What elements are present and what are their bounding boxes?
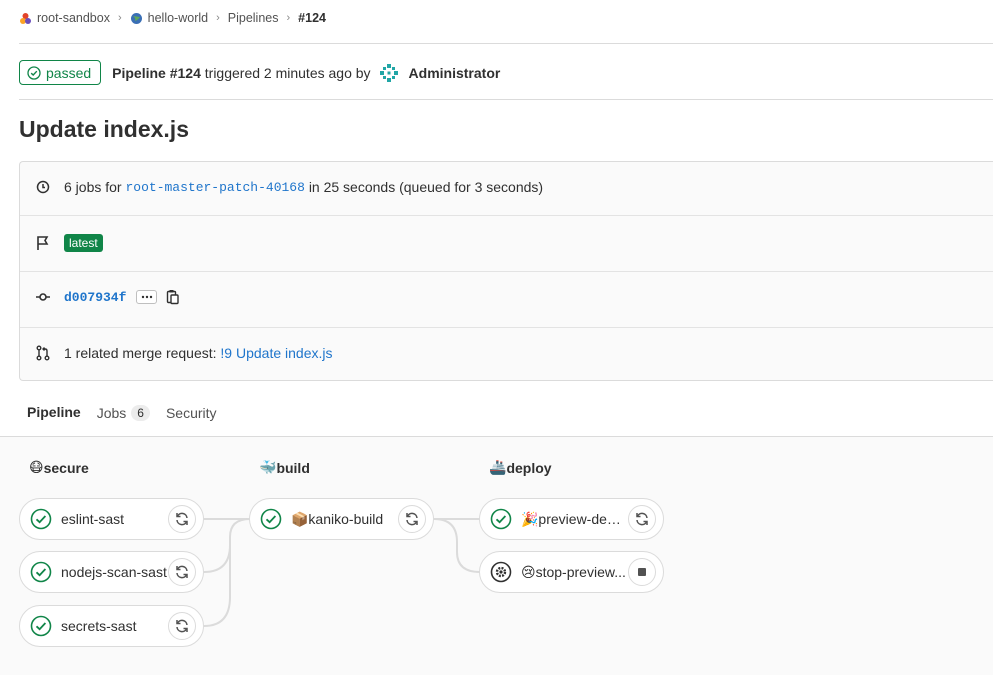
- status-success-icon: [30, 561, 52, 583]
- copy-sha-button[interactable]: [165, 289, 181, 305]
- stage-name: build: [276, 459, 310, 476]
- merge-request-row: 1 related merge request: !9 Update index…: [20, 345, 993, 361]
- jobs-prefix: 6 jobs for: [64, 179, 122, 195]
- page-title: Update index.js: [19, 116, 189, 142]
- expand-commit-button[interactable]: [136, 290, 158, 304]
- jobs-summary-row: 6 jobs for root-master-patch-40168 in 25…: [20, 179, 993, 195]
- group-avatar-icon: [20, 12, 31, 24]
- commit-icon: [35, 289, 51, 305]
- retry-button[interactable]: [168, 612, 196, 640]
- breadcrumb-current[interactable]: #124: [298, 11, 326, 25]
- clock-icon: [35, 179, 51, 195]
- breadcrumb-label: root-sandbox: [37, 11, 110, 25]
- tab-label: Jobs: [96, 405, 127, 421]
- badges-row: latest: [20, 234, 993, 252]
- job-name: eslint-sast: [61, 511, 125, 527]
- chevron-right-icon: ›: [286, 12, 291, 24]
- pipeline-id: Pipeline #124: [112, 64, 201, 81]
- retry-icon: [176, 565, 188, 579]
- pipeline-summary: Pipeline #124 triggered 2 minutes ago by…: [112, 63, 500, 83]
- breadcrumb-root-sandbox[interactable]: root-sandbox: [19, 11, 110, 25]
- tab-label: Pipeline: [27, 404, 81, 420]
- stop-icon: [638, 568, 646, 576]
- job-secrets-sast[interactable]: secrets-sast: [19, 605, 204, 647]
- job-eslint-sast[interactable]: eslint-sast: [19, 498, 204, 540]
- tab-label: Security: [165, 405, 217, 421]
- stage-name: secure: [43, 459, 89, 476]
- stage-title-build: 🐳 build: [259, 459, 310, 476]
- job-name: nodejs-scan-sast: [61, 564, 167, 580]
- retry-button[interactable]: [168, 558, 196, 586]
- stage-title-deploy: 🚢 deploy: [489, 459, 552, 476]
- user-name[interactable]: Administrator: [409, 65, 501, 81]
- latest-badge: latest: [64, 234, 103, 252]
- user-avatar-icon[interactable]: [379, 63, 399, 83]
- merge-request-icon: [35, 345, 51, 361]
- retry-button[interactable]: [398, 505, 426, 533]
- divider: [20, 271, 993, 272]
- tab-security[interactable]: Security: [158, 398, 225, 438]
- retry-button[interactable]: [628, 505, 656, 533]
- stage-name: deploy: [506, 459, 552, 476]
- divider: [20, 327, 993, 328]
- job-nodejs-scan-sast[interactable]: nodejs-scan-sast: [19, 551, 204, 593]
- jobs-count-badge: 6: [131, 405, 150, 421]
- clipboard-icon: [167, 290, 180, 305]
- triggered-text: triggered 2 minutes ago by: [204, 64, 371, 81]
- flag-icon: [35, 235, 51, 251]
- stage-emoji: 😷: [29, 459, 44, 475]
- ellipsis-icon: [141, 295, 153, 299]
- status-success-icon: [30, 508, 52, 530]
- commit-row: d007934f: [20, 289, 993, 305]
- status-success-icon: [260, 508, 282, 530]
- breadcrumb-label: hello-world: [147, 11, 209, 25]
- status-success-icon: [30, 615, 52, 637]
- divider: [19, 43, 993, 44]
- chevron-right-icon: ›: [216, 12, 220, 24]
- retry-icon: [176, 619, 188, 633]
- divider: [20, 215, 993, 216]
- job-kaniko-build[interactable]: 📦kaniko-build: [249, 498, 434, 540]
- breadcrumb-pipelines[interactable]: Pipelines: [228, 11, 279, 25]
- job-stop-preview[interactable]: 😢stop-preview...: [479, 551, 664, 593]
- globe-icon: [130, 12, 142, 24]
- tab-pipeline[interactable]: Pipeline: [19, 398, 89, 438]
- pipeline-info-box: 6 jobs for root-master-patch-40168 in 25…: [19, 161, 993, 381]
- retry-icon: [636, 512, 648, 526]
- chevron-right-icon: ›: [117, 12, 122, 24]
- merge-request-link[interactable]: !9 Update index.js: [220, 345, 332, 361]
- status-success-icon: [490, 508, 512, 530]
- job-name: secrets-sast: [61, 618, 137, 634]
- pipeline-header: passed Pipeline #124 triggered 2 minutes…: [19, 60, 500, 85]
- retry-icon: [176, 512, 188, 526]
- status-label: passed: [46, 64, 92, 81]
- retry-icon: [406, 512, 418, 526]
- retry-button[interactable]: [168, 505, 196, 533]
- pipeline-tabs: Pipeline Jobs 6 Security: [19, 398, 225, 438]
- stage-emoji: 🚢: [489, 459, 507, 475]
- tab-jobs[interactable]: Jobs 6: [89, 398, 158, 438]
- stage-title-secure: 😷 secure: [29, 459, 89, 476]
- job-name: 🎉preview-depl...: [521, 510, 627, 527]
- job-name: 😢stop-preview...: [521, 563, 626, 580]
- stop-button[interactable]: [628, 558, 656, 586]
- status-success-icon: [27, 65, 41, 80]
- divider: [19, 99, 993, 100]
- breadcrumb-hello-world[interactable]: hello-world: [130, 11, 208, 25]
- merge-request-prefix: 1 related merge request:: [64, 345, 217, 361]
- status-badge[interactable]: passed: [19, 60, 102, 85]
- branch-link[interactable]: root-master-patch-40168: [125, 180, 304, 195]
- stage-emoji: 🐳: [259, 459, 277, 475]
- job-preview-deploy[interactable]: 🎉preview-depl...: [479, 498, 664, 540]
- job-name: 📦kaniko-build: [291, 510, 384, 527]
- breadcrumb: root-sandbox › hello-world › Pipelines ›…: [19, 11, 326, 25]
- status-manual-gear-icon: [490, 561, 512, 583]
- jobs-suffix: in 25 seconds (queued for 3 seconds): [308, 179, 544, 195]
- commit-sha-link[interactable]: d007934f: [64, 290, 126, 305]
